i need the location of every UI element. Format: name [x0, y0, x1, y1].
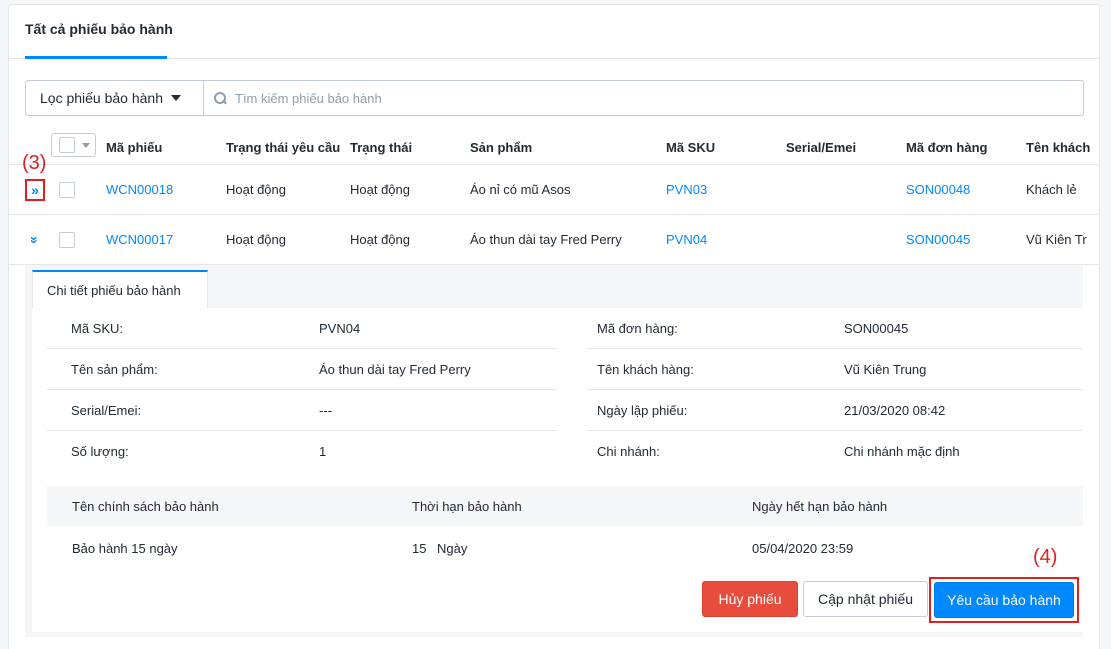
row-product: Áo nỉ có mũ Asos — [470, 182, 571, 197]
detail-serial: Serial/Emei: --- — [47, 390, 557, 431]
caret-down-icon — [171, 95, 181, 101]
header-sku: Mã SKU — [666, 140, 716, 155]
row-checkbox[interactable] — [59, 232, 75, 248]
row-status: Hoạt động — [350, 182, 410, 197]
policy-duration-number: 15 — [412, 541, 427, 556]
search-icon — [214, 92, 226, 104]
detail-label: Serial/Emei: — [71, 403, 142, 418]
detail-value: 1 — [319, 444, 327, 459]
table-row[interactable]: » WCN00018 Hoạt động Hoạt động Áo nỉ có … — [9, 165, 1099, 215]
update-warranty-button[interactable]: Cập nhật phiếu — [803, 581, 928, 617]
detail-created-date: Ngày lập phiếu: 21/03/2020 08:42 — [587, 390, 1083, 431]
tab-active-indicator — [25, 56, 167, 59]
cancel-warranty-button[interactable]: Hủy phiếu — [702, 581, 798, 617]
detail-value: 21/03/2020 08:42 — [844, 403, 946, 418]
policy-table-header: Tên chính sách bảo hành Thời hạn bảo hàn… — [47, 486, 1083, 526]
header-request-status: Trạng thái yêu cầu — [226, 140, 341, 155]
detail-order-link[interactable]: SON00045 — [844, 321, 908, 336]
highlight-box-step-4: Yêu cầu bảo hành — [929, 577, 1079, 623]
header-serial: Serial/Emei — [786, 140, 857, 155]
detail-label: Tên sản phẩm: — [71, 362, 158, 377]
policy-header-name: Tên chính sách bảo hành — [72, 499, 219, 514]
collapse-row-icon[interactable]: » — [25, 229, 45, 251]
table-header: Mã phiếu Trạng thái yêu cầu Trạng thái S… — [9, 127, 1099, 165]
select-all-checkbox-dropdown[interactable] — [51, 133, 96, 157]
policy-header-duration: Thời hạn bảo hành — [412, 499, 522, 514]
detail-sku-link[interactable]: PVN04 — [319, 321, 360, 336]
tab-bar: Tất cả phiếu bảo hành — [9, 5, 1099, 59]
filter-warranty-dropdown[interactable]: Lọc phiếu bảo hành — [26, 81, 204, 115]
row-customer: Khách lẻ — [1026, 182, 1077, 197]
request-warranty-button[interactable]: Yêu cầu bảo hành — [934, 582, 1074, 618]
header-code: Mã phiếu — [106, 140, 163, 155]
row-order-link[interactable]: SON00048 — [906, 182, 970, 197]
detail-label: Tên khách hàng: — [597, 362, 694, 377]
detail-customer-link[interactable]: Vũ Kiên Trung — [844, 362, 926, 377]
row-product: Áo thun dài tay Fred Perry — [470, 232, 622, 247]
detail-body: Mã SKU: PVN04 Tên sản phẩm: Áo thun dài … — [32, 308, 1083, 632]
tab-all-warranties[interactable]: Tất cả phiếu bảo hành — [25, 21, 173, 37]
detail-label: Ngày lập phiếu: — [597, 403, 688, 418]
detail-branch: Chi nhánh: Chi nhánh mặc định — [587, 431, 1083, 472]
row-customer: Vũ Kiên Tr — [1026, 232, 1087, 247]
detail-customer: Tên khách hàng: Vũ Kiên Trung — [587, 349, 1083, 390]
row-request-status: Hoạt động — [226, 232, 286, 247]
header-order: Mã đơn hàng — [906, 140, 988, 155]
detail-quantity: Số lượng: 1 — [47, 431, 557, 472]
tab-warranty-detail[interactable]: Chi tiết phiếu bảo hành — [32, 270, 208, 308]
detail-label: Mã SKU: — [71, 321, 124, 336]
policy-name: Bảo hành 15 ngày — [72, 541, 178, 556]
row-sku-link[interactable]: PVN03 — [666, 182, 707, 197]
detail-label: Số lượng: — [71, 444, 129, 459]
detail-order: Mã đơn hàng: SON00045 — [587, 308, 1083, 349]
row-request-status: Hoạt động — [226, 182, 286, 197]
table-row[interactable]: » WCN00017 Hoạt động Hoạt động Áo thun d… — [9, 215, 1099, 265]
row-order-link[interactable]: SON00045 — [906, 232, 970, 247]
header-status: Trạng thái — [350, 140, 413, 155]
filter-label: Lọc phiếu bảo hành — [40, 90, 163, 106]
select-all-checkbox[interactable] — [59, 137, 75, 153]
row-code-link[interactable]: WCN00018 — [106, 182, 173, 197]
detail-value: --- — [319, 403, 332, 418]
detail-value: Áo thun dài tay Fred Perry — [319, 362, 471, 377]
search-box — [204, 81, 1083, 115]
policy-duration-unit: Ngày — [437, 541, 468, 556]
detail-label: Chi nhánh: — [597, 444, 660, 459]
annotation-step-4: (4) — [1033, 546, 1058, 568]
policy-expiry: 05/04/2020 23:59 — [752, 541, 854, 556]
header-customer: Tên khách — [1026, 140, 1091, 155]
filter-bar: Lọc phiếu bảo hành — [25, 80, 1084, 116]
detail-sku: Mã SKU: PVN04 — [47, 308, 557, 349]
row-checkbox[interactable] — [59, 182, 75, 198]
warranty-detail-panel: Chi tiết phiếu bảo hành Mã SKU: PVN04 Tê… — [25, 265, 1083, 637]
detail-product-name: Tên sản phẩm: Áo thun dài tay Fred Perry — [47, 349, 557, 390]
row-status: Hoạt động — [350, 232, 410, 247]
detail-label: Mã đơn hàng: — [597, 321, 678, 336]
warranty-card: Tất cả phiếu bảo hành Lọc phiếu bảo hành… — [8, 4, 1100, 649]
header-product: Sản phẩm — [470, 140, 533, 155]
row-code-link[interactable]: WCN00017 — [106, 232, 173, 247]
expand-row-icon[interactable]: » — [25, 179, 45, 201]
search-input[interactable] — [235, 90, 1035, 106]
row-sku-link[interactable]: PVN04 — [666, 232, 707, 247]
policy-header-expiry: Ngày hết hạn bảo hành — [752, 499, 888, 514]
annotation-step-3: (3) — [22, 152, 47, 174]
detail-value: Chi nhánh mặc định — [844, 444, 960, 459]
chevron-down-icon[interactable] — [82, 142, 90, 148]
policy-row: Bảo hành 15 ngày 15 Ngày 05/04/2020 23:5… — [47, 526, 1083, 570]
